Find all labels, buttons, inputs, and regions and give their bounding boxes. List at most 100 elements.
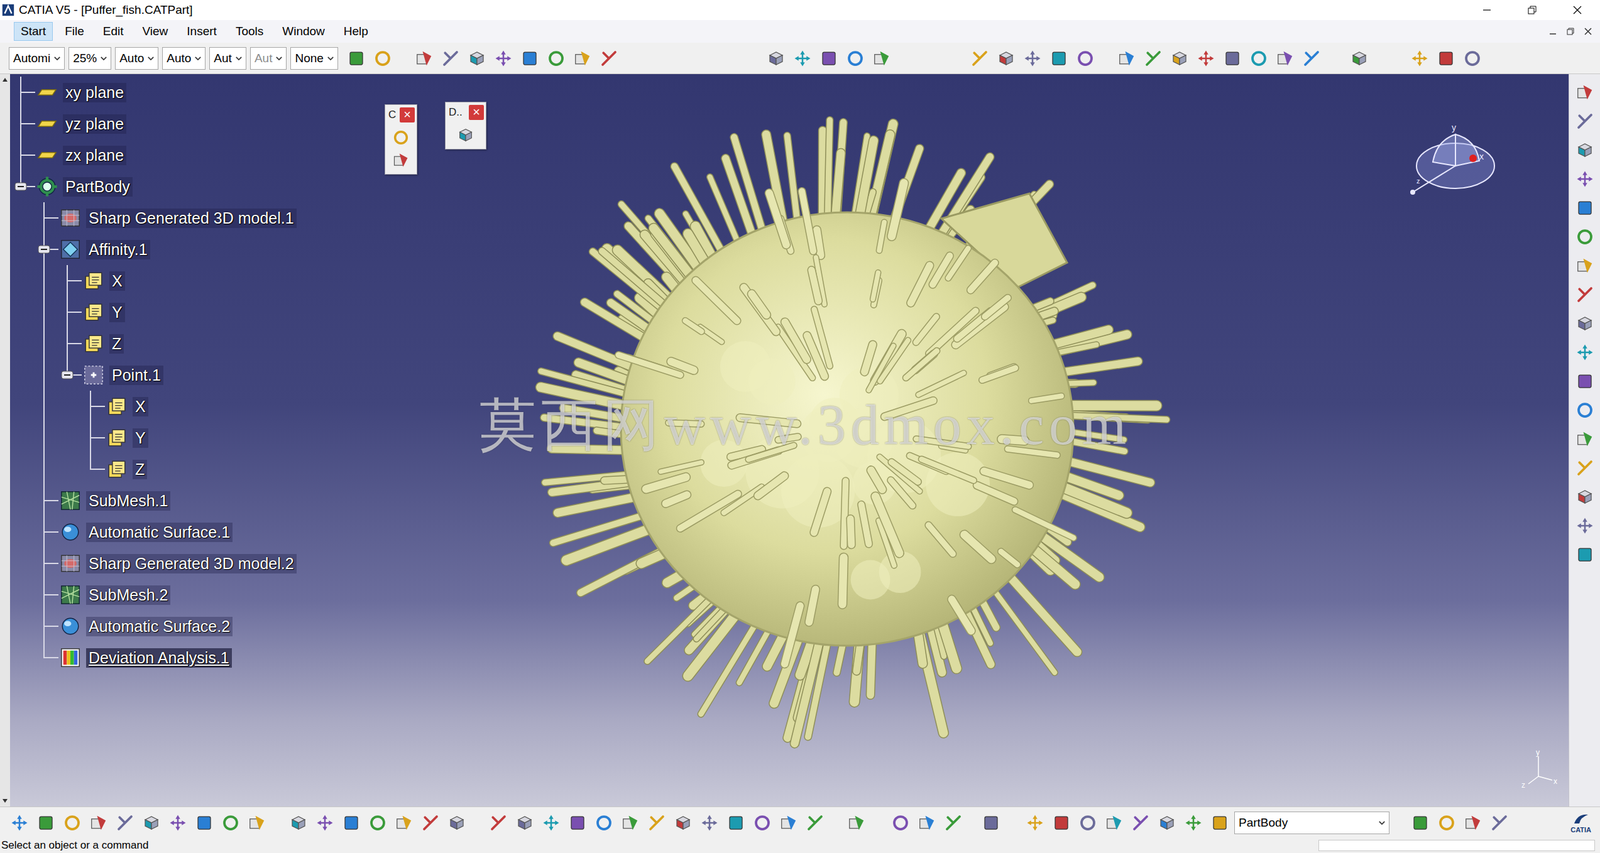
tool-icon[interactable] xyxy=(1131,813,1151,833)
compass-icon[interactable]: yxz xyxy=(1405,123,1500,202)
tree-item[interactable]: Sharp Generated 3D model.1 xyxy=(10,202,362,234)
tool-icon[interactable] xyxy=(872,49,892,68)
tool-icon[interactable] xyxy=(917,813,937,833)
floating-toolbar-header[interactable]: C× xyxy=(385,104,417,126)
toolbar-dropdown[interactable]: 25% xyxy=(68,47,112,70)
tool-icon[interactable] xyxy=(1575,343,1595,362)
tool-icon[interactable] xyxy=(1575,487,1595,507)
floating-close-button[interactable]: × xyxy=(399,107,415,123)
tool-icon[interactable] xyxy=(891,813,910,833)
tool-icon[interactable] xyxy=(779,813,799,833)
tool-icon[interactable] xyxy=(341,813,361,833)
tool-icon[interactable] xyxy=(1575,82,1595,102)
tool-icon[interactable] xyxy=(315,813,335,833)
tree-item[interactable]: Y xyxy=(10,422,362,454)
tool-icon[interactable] xyxy=(1143,49,1163,68)
tool-icon[interactable] xyxy=(89,813,109,833)
tree-expander[interactable] xyxy=(14,180,28,193)
tool-icon[interactable] xyxy=(647,813,667,833)
menu-item[interactable]: Insert xyxy=(179,21,224,41)
scroll-up-icon[interactable] xyxy=(1,76,9,83)
toolbar-dropdown[interactable]: Auto xyxy=(162,47,206,70)
tool-icon[interactable] xyxy=(456,126,475,144)
tool-icon[interactable] xyxy=(845,49,865,68)
tree-item[interactable]: Deviation Analysis.1 xyxy=(10,642,362,674)
tool-icon[interactable] xyxy=(394,813,414,833)
menu-item[interactable]: File xyxy=(57,21,92,41)
tool-icon[interactable] xyxy=(981,813,1001,833)
tree-item[interactable]: Point.1 xyxy=(10,359,362,391)
menu-item[interactable]: Start xyxy=(13,21,53,41)
tool-icon[interactable] xyxy=(541,813,561,833)
menu-item[interactable]: Edit xyxy=(96,21,131,41)
tool-icon[interactable] xyxy=(194,813,214,833)
tool-icon[interactable] xyxy=(1222,49,1242,68)
tool-icon[interactable] xyxy=(752,813,772,833)
tool-icon[interactable] xyxy=(1410,49,1430,68)
tool-icon[interactable] xyxy=(1078,813,1098,833)
floating-toolbar[interactable]: D..× xyxy=(444,101,487,150)
tree-item[interactable]: X xyxy=(10,265,362,297)
floating-toolbar-header[interactable]: D..× xyxy=(445,102,486,123)
compass[interactable]: yxz xyxy=(1405,123,1500,202)
tool-icon[interactable] xyxy=(368,813,388,833)
tool-icon[interactable] xyxy=(10,813,29,833)
tool-icon[interactable] xyxy=(1117,49,1137,68)
tree-item[interactable]: Automatic Surface.1 xyxy=(10,516,362,548)
tool-icon[interactable] xyxy=(1170,49,1190,68)
doc-restore-icon[interactable] xyxy=(1566,27,1575,36)
tree-item[interactable]: SubMesh.1 xyxy=(10,485,362,517)
tool-icon[interactable] xyxy=(673,813,693,833)
tool-icon[interactable] xyxy=(819,49,839,68)
tool-icon[interactable] xyxy=(441,49,461,68)
toolbar-dropdown[interactable]: Automi xyxy=(8,47,65,70)
tree-item[interactable]: Y xyxy=(10,296,362,329)
tool-icon[interactable] xyxy=(1049,49,1069,68)
menu-item[interactable]: Window xyxy=(275,21,332,41)
tool-icon[interactable] xyxy=(346,49,366,68)
tool-icon[interactable] xyxy=(1463,813,1483,833)
tool-icon[interactable] xyxy=(520,49,540,68)
tool-icon[interactable] xyxy=(392,151,410,170)
tool-icon[interactable] xyxy=(1104,813,1124,833)
toolbar-dropdown[interactable]: Auto xyxy=(115,47,159,70)
tool-icon[interactable] xyxy=(726,813,746,833)
scroll-down-icon[interactable] xyxy=(1,798,9,805)
tool-icon[interactable] xyxy=(573,49,592,68)
tool-icon[interactable] xyxy=(599,49,619,68)
tool-icon[interactable] xyxy=(1157,813,1177,833)
tool-icon[interactable] xyxy=(1463,49,1482,68)
tool-icon[interactable] xyxy=(1210,813,1230,833)
tool-icon[interactable] xyxy=(1183,813,1203,833)
tool-icon[interactable] xyxy=(620,813,640,833)
tree-item[interactable]: Z xyxy=(10,453,362,486)
tree-item[interactable]: yz plane xyxy=(10,108,362,140)
tool-icon[interactable] xyxy=(1575,256,1595,276)
tool-icon[interactable] xyxy=(1275,49,1295,68)
close-button[interactable] xyxy=(1554,0,1600,21)
tool-icon[interactable] xyxy=(142,813,161,833)
tool-icon[interactable] xyxy=(421,813,440,833)
tool-icon[interactable] xyxy=(970,49,990,68)
tree-item[interactable]: zx plane xyxy=(10,139,362,171)
tool-icon[interactable] xyxy=(515,813,535,833)
floating-toolbar[interactable]: C× xyxy=(384,104,418,175)
tool-icon[interactable] xyxy=(467,49,487,68)
tool-icon[interactable] xyxy=(1075,49,1095,68)
tool-icon[interactable] xyxy=(766,49,786,68)
tool-icon[interactable] xyxy=(1575,458,1595,478)
tool-icon[interactable] xyxy=(247,813,267,833)
tool-icon[interactable] xyxy=(943,813,963,833)
tool-icon[interactable] xyxy=(1575,372,1595,391)
tool-icon[interactable] xyxy=(1575,400,1595,420)
tool-icon[interactable] xyxy=(700,813,719,833)
tree-item[interactable]: PartBody xyxy=(10,170,362,203)
tool-icon[interactable] xyxy=(1349,49,1369,68)
tool-icon[interactable] xyxy=(493,49,513,68)
tool-icon[interactable] xyxy=(594,813,614,833)
tool-icon[interactable] xyxy=(1025,813,1045,833)
doc-close-icon[interactable] xyxy=(1583,27,1593,36)
tool-icon[interactable] xyxy=(1302,49,1321,68)
tool-icon[interactable] xyxy=(221,813,241,833)
tool-icon[interactable] xyxy=(847,813,866,833)
